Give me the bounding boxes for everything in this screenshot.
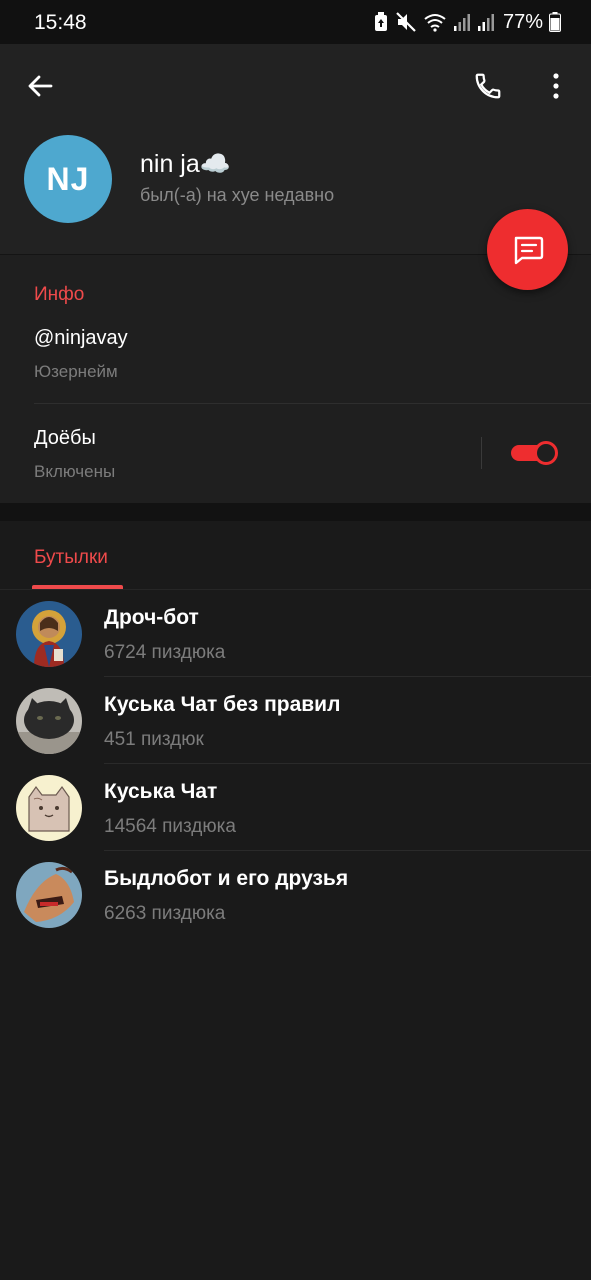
groups-section: Бутылки Дроч-бот 6724 пиздюка Куська Чат… bbox=[0, 521, 591, 1280]
divider bbox=[0, 589, 591, 590]
notifications-toggle[interactable] bbox=[511, 441, 560, 465]
arrow-left-icon bbox=[28, 75, 53, 97]
divider bbox=[104, 676, 591, 677]
group-name: Куська Чат без правил bbox=[104, 693, 341, 716]
username-caption: Юзернейм bbox=[34, 362, 118, 381]
signal-icon bbox=[453, 14, 470, 31]
tab-groups[interactable]: Бутылки bbox=[34, 547, 108, 569]
mute-icon bbox=[396, 12, 416, 32]
profile-avatar[interactable]: NJ bbox=[24, 135, 112, 223]
profile-name: nin ja☁️ bbox=[140, 150, 231, 178]
status-time: 15:48 bbox=[34, 11, 87, 34]
avatar-initials: NJ bbox=[46, 160, 90, 197]
group-member-count: 14564 пиздюка bbox=[104, 816, 236, 837]
status-bar: 15:48 77% bbox=[0, 0, 591, 44]
info-section-title: Инфо bbox=[34, 284, 85, 305]
cartoon-cat-avatar bbox=[16, 775, 82, 841]
group-member-count: 6263 пиздюка bbox=[104, 903, 226, 924]
group-avatar-icon bbox=[16, 601, 82, 667]
status-icons: 77% bbox=[373, 9, 561, 35]
cat-photo-avatar bbox=[16, 688, 82, 754]
info-section: Инфо @ninjavay Юзернейм Доёбы Включены bbox=[0, 254, 591, 503]
battery-icon bbox=[549, 12, 561, 32]
username-value[interactable]: @ninjavay bbox=[34, 327, 128, 350]
message-icon bbox=[514, 236, 543, 264]
divider bbox=[34, 403, 591, 404]
group-item[interactable]: Дроч-бот 6724 пиздюка bbox=[0, 601, 591, 688]
call-button[interactable] bbox=[464, 62, 512, 110]
notifications-caption: Включены bbox=[34, 462, 116, 481]
section-gap bbox=[0, 503, 591, 521]
group-avatar-cartoon-cat bbox=[16, 775, 82, 841]
group-member-count: 6724 пиздюка bbox=[104, 642, 226, 663]
toggle-knob bbox=[534, 441, 558, 465]
group-name: Быдлобот и его друзья bbox=[104, 867, 349, 890]
group-item[interactable]: Быдлобот и его друзья 6263 пиздюка bbox=[0, 862, 591, 949]
back-button[interactable] bbox=[16, 62, 64, 110]
group-item[interactable]: Куська Чат 14564 пиздюка bbox=[0, 775, 591, 862]
group-name: Дроч-бот bbox=[104, 606, 199, 629]
more-vertical-icon bbox=[553, 73, 559, 99]
wifi-icon bbox=[424, 14, 446, 32]
more-menu-button[interactable] bbox=[532, 62, 580, 110]
toggle-separator bbox=[481, 437, 482, 469]
group-member-count: 451 пиздюк bbox=[104, 729, 204, 750]
profile-status: был(-а) на хуе недавно bbox=[140, 185, 335, 205]
signal-icon bbox=[477, 14, 494, 31]
notifications-label[interactable]: Доёбы bbox=[34, 427, 96, 450]
divider bbox=[104, 850, 591, 851]
battery-saver-icon bbox=[374, 12, 387, 31]
group-avatar-cat bbox=[16, 688, 82, 754]
phone-icon bbox=[475, 73, 501, 99]
divider bbox=[104, 763, 591, 764]
group-name: Куська Чат bbox=[104, 780, 218, 803]
send-message-button[interactable] bbox=[487, 209, 568, 290]
group-avatar-hand bbox=[16, 862, 82, 928]
battery-percent: 77% bbox=[502, 10, 543, 33]
hand-photo-avatar bbox=[16, 862, 82, 928]
group-item[interactable]: Куська Чат без правил 451 пиздюк bbox=[0, 688, 591, 775]
icon-avatar bbox=[16, 601, 82, 667]
